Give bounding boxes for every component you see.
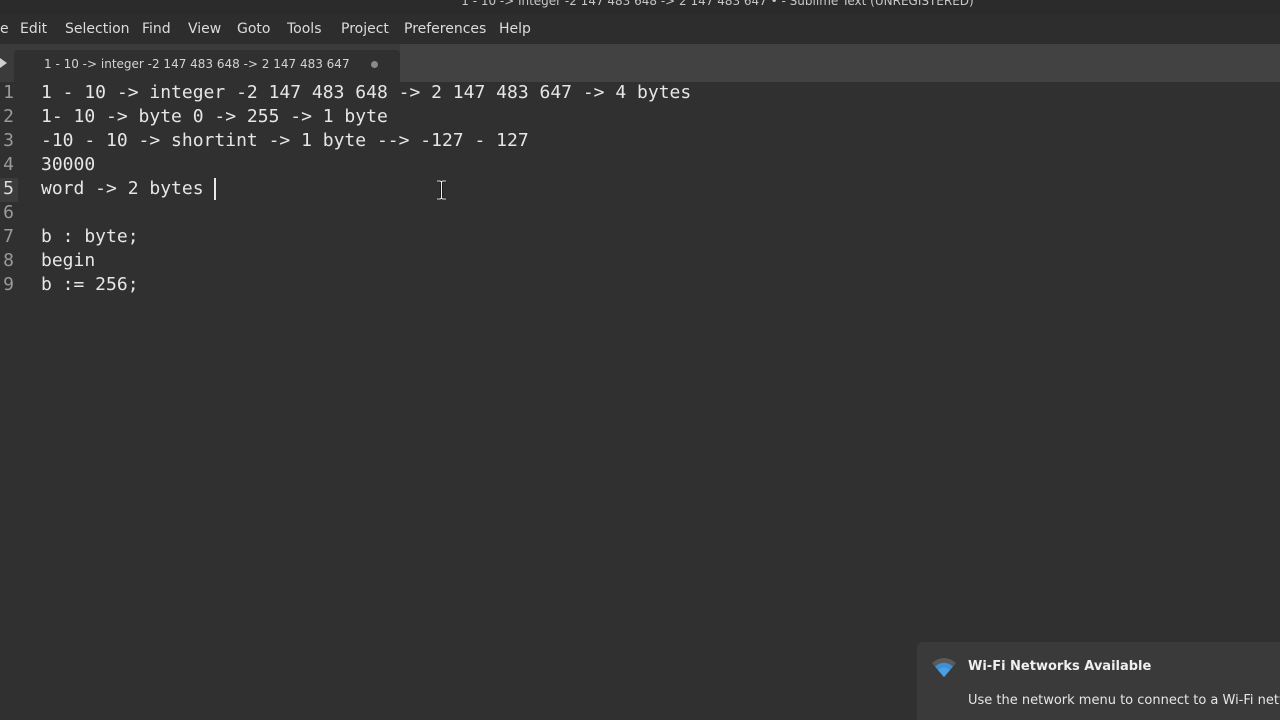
line-number: 1: [3, 82, 14, 103]
menu-file[interactable]: e: [0, 14, 9, 44]
menu-help[interactable]: Help: [499, 14, 531, 44]
editor-line[interactable]: 8 begin: [0, 251, 1280, 275]
editor-line[interactable]: 7 b : byte;: [0, 227, 1280, 251]
line-text: -10 - 10 -> shortint -> 1 byte --> -127 …: [41, 130, 529, 151]
line-text: b := 256;: [41, 274, 139, 295]
line-number: 7: [3, 226, 14, 247]
editor-line[interactable]: 3 -10 - 10 -> shortint -> 1 byte --> -12…: [0, 131, 1280, 155]
editor-line[interactable]: 1 1 - 10 -> integer -2 147 483 648 -> 2 …: [0, 83, 1280, 107]
sidebar-toggle-arrow-icon[interactable]: [0, 58, 7, 68]
line-number: 8: [3, 250, 14, 271]
notification-title: Wi-Fi Networks Available: [968, 659, 1152, 674]
window-title: 1 - 10 -> integer -2 147 483 648 -> 2 14…: [461, 0, 974, 8]
line-text: 1- 10 -> byte 0 -> 255 -> 1 byte: [41, 106, 388, 127]
sublime-text-window: 1 - 10 -> integer -2 147 483 648 -> 2 14…: [0, 0, 1280, 720]
tab-strip-empty: [400, 44, 1280, 82]
line-number: 2: [3, 106, 14, 127]
editor-line-active[interactable]: 5 word -> 2 bytes: [0, 178, 1280, 203]
line-number: 4: [3, 154, 14, 175]
line-number: 3: [3, 130, 14, 151]
line-number: 6: [3, 202, 14, 223]
menu-view[interactable]: View: [188, 14, 221, 44]
line-number: 9: [3, 274, 14, 295]
menu-goto[interactable]: Goto: [237, 14, 270, 44]
tab-active-file[interactable]: 1 - 10 -> integer -2 147 483 648 -> 2 14…: [14, 50, 400, 82]
tab-label: 1 - 10 -> integer -2 147 483 648 -> 2 14…: [44, 57, 350, 71]
text-caret: [214, 178, 216, 200]
line-text: b : byte;: [41, 226, 139, 247]
wifi-notification[interactable]: Wi-Fi Networks Available Use the network…: [917, 642, 1280, 720]
editor-line[interactable]: 6: [0, 203, 1280, 227]
tab-bar: 1 - 10 -> integer -2 147 483 648 -> 2 14…: [0, 44, 1280, 82]
ibeam-cursor-icon: [437, 180, 446, 200]
wifi-icon: [932, 658, 956, 677]
line-number: 5: [3, 178, 14, 199]
menu-tools[interactable]: Tools: [287, 14, 322, 44]
unsaved-dot-icon[interactable]: [371, 61, 378, 68]
menu-project[interactable]: Project: [341, 14, 389, 44]
menu-preferences[interactable]: Preferences: [404, 14, 486, 44]
editor-line[interactable]: 9 b := 256;: [0, 275, 1280, 299]
line-text: begin: [41, 250, 96, 271]
menu-edit[interactable]: Edit: [20, 14, 47, 44]
line-text: 1 - 10 -> integer -2 147 483 648 -> 2 14…: [41, 82, 692, 103]
menu-selection[interactable]: Selection: [65, 14, 130, 44]
notification-body: Use the network menu to connect to a Wi-…: [968, 693, 1280, 708]
editor-line[interactable]: 4 30000: [0, 155, 1280, 179]
code-editor[interactable]: 1 1 - 10 -> integer -2 147 483 648 -> 2 …: [0, 82, 1280, 720]
menu-bar: e Edit Selection Find View Goto Tools Pr…: [0, 14, 1280, 44]
editor-line[interactable]: 2 1- 10 -> byte 0 -> 255 -> 1 byte: [0, 107, 1280, 131]
window-title-bar: 1 - 10 -> integer -2 147 483 648 -> 2 14…: [0, 0, 1280, 14]
line-text: word -> 2 bytes: [41, 178, 215, 199]
line-text: 30000: [41, 154, 96, 175]
menu-find[interactable]: Find: [142, 14, 171, 44]
